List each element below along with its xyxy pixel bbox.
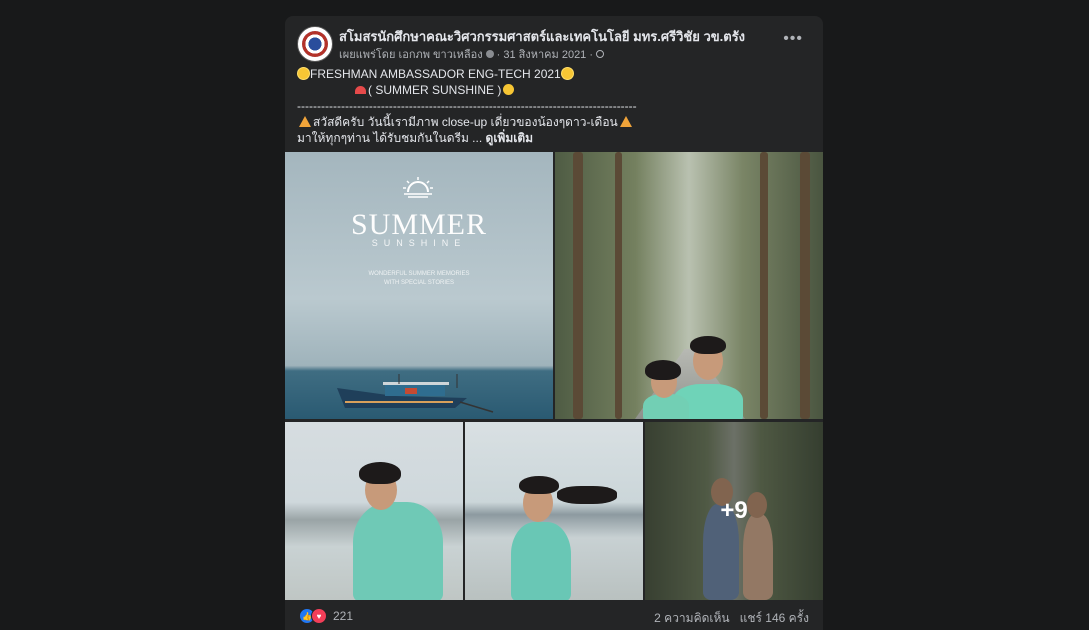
post-meta: เผยแพร่โดย เอกภพ ขาวเหลือง · 31 สิงหาคม … xyxy=(339,45,605,63)
body-text: มาให้ทุกๆท่าน ได้รับชมกันในดรีม ... xyxy=(297,131,483,145)
comments-count-link[interactable]: 2 ความคิดเห็น xyxy=(654,611,729,625)
tree-trunk xyxy=(615,152,622,419)
more-options-button[interactable]: ••• xyxy=(783,30,803,48)
engagement-stats: 2 ความคิดเห็น แชร์ 146 ครั้ง xyxy=(654,609,809,628)
sun-emoji-icon xyxy=(561,68,573,79)
text-divider: ----------------------------------------… xyxy=(297,99,637,113)
sunrise-icon xyxy=(403,177,433,198)
smile-emoji-icon xyxy=(503,84,515,95)
summer-tagline: WONDERFUL SUMMER MEMORIES WITH SPECIAL S… xyxy=(285,270,553,288)
page-avatar[interactable] xyxy=(297,26,333,62)
text-line-3: สวัสดีครับ วันนี้เรามีภาพ close-up เดี่ย… xyxy=(297,114,811,130)
post-date[interactable]: · 31 สิงหาคม 2021 · xyxy=(497,45,593,63)
person-hair xyxy=(519,476,559,494)
photo-grid: SUMMER SUNSHINE WONDERFUL SUMMER MEMORIE… xyxy=(285,152,823,600)
post-card: สโมสรนักศึกษาคณะวิศวกรรมศาสตร์และเทคโนโล… xyxy=(285,16,823,630)
love-reaction-icon: ♥ xyxy=(311,608,327,624)
text-line-2: ( SUMMER SUNSHINE ) xyxy=(297,82,811,98)
greeting-text: สวัสดีครับ วันนี้เรามีภาพ close-up เดี่ย… xyxy=(313,115,618,129)
tagline-line-1: WONDERFUL SUMMER MEMORIES xyxy=(368,271,470,277)
photo-boy-beach[interactable] xyxy=(285,422,463,600)
reactions-summary[interactable]: 👍 ♥ 221 xyxy=(299,608,353,624)
person-body xyxy=(511,522,571,600)
tagline-line-2: WITH SPECIAL STORIES xyxy=(383,280,454,286)
tree-trunk xyxy=(800,152,810,419)
subtitle-text: ( SUMMER SUNSHINE ) xyxy=(368,83,502,97)
reaction-count: 221 xyxy=(333,609,354,623)
person-hair xyxy=(359,462,401,484)
person-hair xyxy=(690,336,726,354)
shares-count-link[interactable]: แชร์ 146 ครั้ง xyxy=(740,611,809,625)
globe-icon[interactable] xyxy=(596,50,605,58)
party-popper-icon xyxy=(619,116,632,127)
see-more-link[interactable]: ดูเพิ่มเติม xyxy=(486,131,534,145)
summer-subtitle: SUNSHINE xyxy=(371,238,467,248)
university-seal-icon xyxy=(302,31,328,57)
text-line-4: มาให้ทุกๆท่าน ได้รับชมกันในดรีม ... ดูเพ… xyxy=(297,130,811,146)
longtail-boat-image xyxy=(337,374,494,413)
publisher-text[interactable]: เผยแพร่โดย เอกภพ ขาวเหลือง xyxy=(339,45,483,63)
sun-emoji-icon xyxy=(298,68,309,79)
tree-trunk xyxy=(760,152,768,419)
photo-couple-forest[interactable] xyxy=(555,152,823,419)
photo-couple-road[interactable]: +9 xyxy=(645,422,823,600)
party-popper-icon xyxy=(299,116,311,127)
photo-summer-cover[interactable]: SUMMER SUNSHINE WONDERFUL SUMMER MEMORIE… xyxy=(285,152,553,419)
umbrella-emoji-icon xyxy=(355,86,366,94)
person-body xyxy=(353,502,443,600)
title-text: FRESHMAN AMBASSADOR ENG-TECH 2021 xyxy=(310,67,561,81)
more-photos-overlay[interactable]: +9 xyxy=(645,422,823,600)
summer-title: SUMMER xyxy=(350,208,488,241)
photo-girl-beach[interactable] xyxy=(465,422,643,600)
post-text: FRESHMAN AMBASSADOR ENG-TECH 2021 ( SUMM… xyxy=(297,66,811,146)
ponytail xyxy=(557,486,617,504)
person-hair xyxy=(645,360,681,380)
post-footer: 👍 ♥ 221 2 ความคิดเห็น แชร์ 146 ครั้ง xyxy=(285,604,823,630)
post-header: สโมสรนักศึกษาคณะวิศวกรรมศาสตร์และเทคโนโล… xyxy=(297,26,811,62)
tree-trunk xyxy=(573,152,583,419)
text-line-1: FRESHMAN AMBASSADOR ENG-TECH 2021 xyxy=(297,66,811,82)
info-icon[interactable] xyxy=(485,50,494,58)
page-name-link[interactable]: สโมสรนักศึกษาคณะวิศวกรรมศาสตร์และเทคโนโล… xyxy=(339,26,745,47)
